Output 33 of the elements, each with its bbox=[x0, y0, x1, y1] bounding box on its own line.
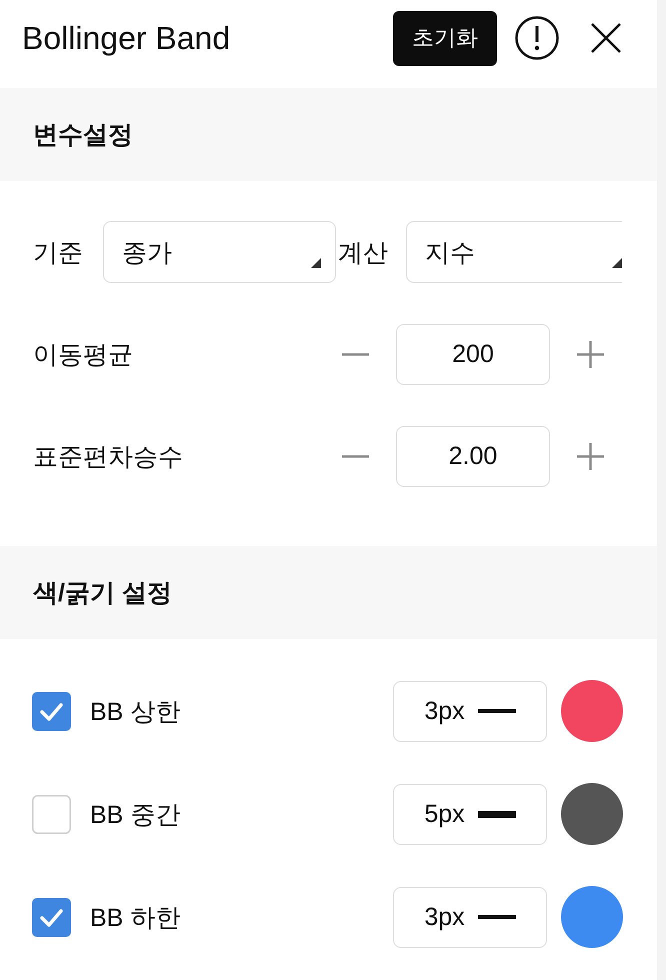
line-width-button[interactable]: 5px bbox=[393, 784, 547, 844]
color-swatch-icon[interactable] bbox=[561, 783, 623, 845]
line-width-button[interactable]: 3px bbox=[393, 886, 547, 948]
checkbox[interactable] bbox=[32, 898, 71, 936]
color-swatch-icon[interactable] bbox=[561, 886, 623, 948]
line-width-button[interactable]: 3px bbox=[393, 680, 547, 742]
line-weight-icon bbox=[478, 709, 516, 713]
reset-button[interactable]: 초기화 bbox=[393, 10, 497, 66]
checkbox[interactable] bbox=[32, 794, 71, 834]
number-field[interactable]: 2.00 bbox=[396, 426, 550, 487]
exclamation-icon[interactable] bbox=[515, 16, 559, 60]
field-label: 계산 bbox=[338, 238, 388, 268]
panel-title: Bollinger Band bbox=[22, 20, 232, 56]
field-label: 표준편차승수 bbox=[33, 442, 184, 473]
close-icon[interactable] bbox=[591, 23, 621, 53]
line-label: BB 하한 bbox=[90, 902, 182, 934]
line-weight-icon bbox=[478, 915, 516, 919]
number-field[interactable]: 200 bbox=[396, 324, 550, 385]
section-header: 변수설정 bbox=[0, 88, 657, 181]
dropdown[interactable]: 지수 bbox=[406, 221, 622, 283]
line-label: BB 중간 bbox=[90, 800, 182, 830]
plus-icon[interactable] bbox=[577, 443, 604, 470]
line-label: BB 상한 bbox=[90, 696, 182, 728]
color-swatch-icon[interactable] bbox=[561, 680, 623, 742]
field-label: 이동평균 bbox=[33, 340, 134, 371]
section-header: 색/굵기 설정 bbox=[0, 546, 657, 639]
plus-icon[interactable] bbox=[577, 341, 604, 368]
field-label: 기준 bbox=[33, 238, 83, 268]
caret-icon bbox=[311, 258, 321, 268]
caret-icon bbox=[612, 258, 622, 268]
dropdown[interactable]: 종가 bbox=[103, 221, 336, 283]
checkbox[interactable] bbox=[32, 692, 71, 730]
line-weight-icon bbox=[478, 810, 516, 818]
